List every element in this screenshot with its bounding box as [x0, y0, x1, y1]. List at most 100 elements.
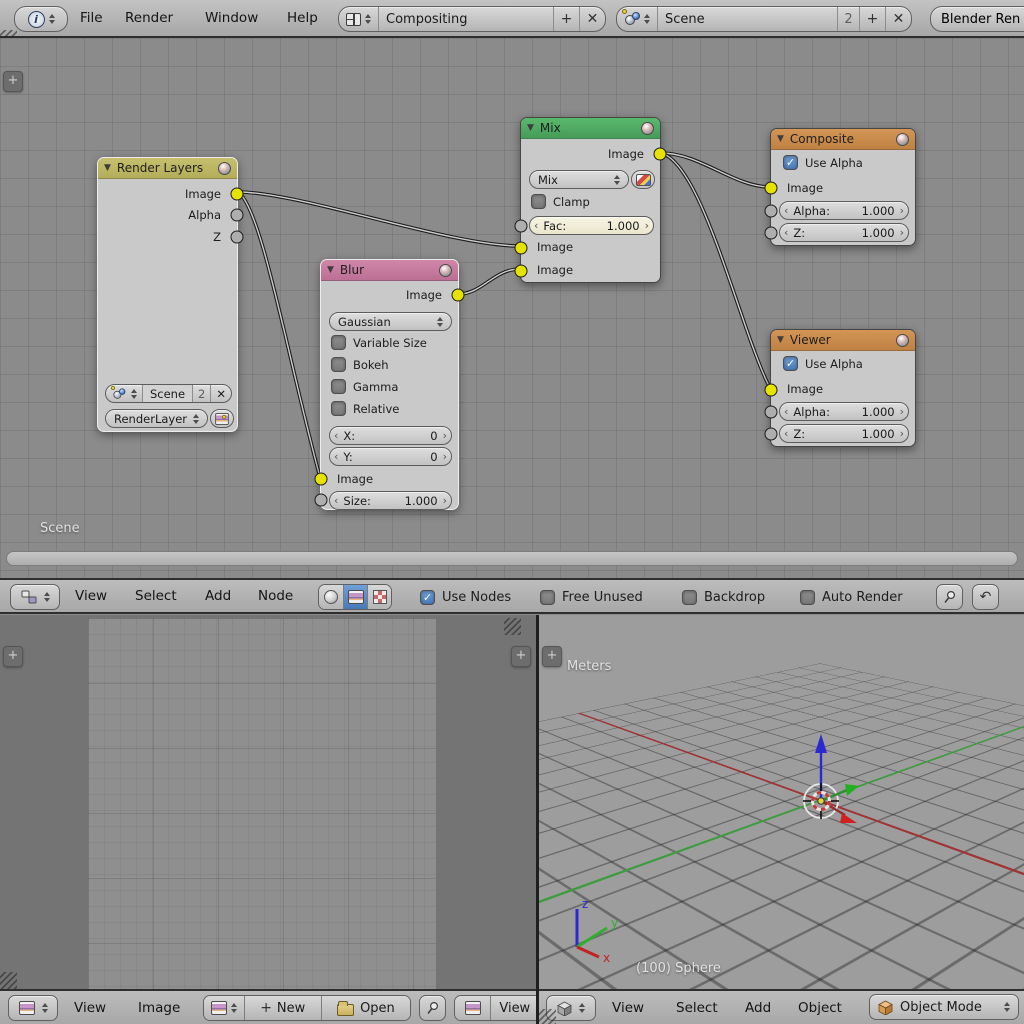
increment-icon[interactable]: ›: [645, 217, 649, 234]
tree-type-compositing-button[interactable]: [343, 585, 367, 609]
editor-type-button-info[interactable]: i: [14, 6, 68, 32]
decrement-icon[interactable]: ‹: [534, 217, 538, 234]
checkbox-clamp[interactable]: Clamp: [531, 194, 590, 209]
socket-size-input[interactable]: [315, 494, 328, 507]
decrement-icon[interactable]: ‹: [334, 492, 338, 509]
checkbox-bokeh[interactable]: Bokeh: [331, 357, 389, 372]
socket-image-input[interactable]: [765, 182, 778, 195]
node-header-viewer[interactable]: ▼ Viewer: [771, 330, 915, 351]
socket-fac-input[interactable]: [515, 220, 528, 233]
socket-z-input[interactable]: [765, 428, 778, 441]
node-header-render-layers[interactable]: ▼ Render Layers: [98, 158, 237, 179]
unlink-scene-button[interactable]: ✕: [210, 385, 231, 402]
viewer-z-field[interactable]: ‹ Z: 1.000 ›: [779, 424, 909, 443]
node-header-composite[interactable]: ▼ Composite: [771, 129, 915, 150]
checkbox-backdrop[interactable]: Backdrop: [682, 590, 765, 605]
composite-alpha-field[interactable]: ‹ Alpha: 1.000 ›: [779, 201, 909, 220]
node-blur[interactable]: ▼ Blur Image Gaussian Variable Size Boke…: [320, 259, 459, 510]
screen-layout-browse[interactable]: [339, 7, 378, 31]
decrement-icon[interactable]: ‹: [784, 202, 788, 219]
collapse-icon[interactable]: ▼: [777, 335, 784, 345]
viewport-3d-canvas[interactable]: + Meters z: [539, 615, 1024, 989]
socket-alpha-output[interactable]: [231, 209, 244, 222]
material-preview-icon[interactable]: [218, 162, 231, 175]
tree-type-texture-button[interactable]: [367, 585, 391, 609]
socket-z-output[interactable]: [231, 231, 244, 244]
z-arrow-icon[interactable]: [815, 734, 827, 753]
node-editor-canvas[interactable]: + ▼ Render Layers Image: [0, 38, 1024, 578]
channel-view-button[interactable]: View: [490, 996, 536, 1020]
menu-select[interactable]: Select: [676, 1000, 718, 1016]
menu-view[interactable]: View: [75, 588, 107, 604]
editor-type-button-image[interactable]: [8, 995, 58, 1021]
node-header-blur[interactable]: ▼ Blur: [321, 260, 458, 281]
y-arrow-icon[interactable]: [845, 784, 859, 796]
menu-node[interactable]: Node: [258, 588, 293, 604]
decrement-icon[interactable]: ‹: [784, 224, 788, 241]
socket-alpha-input[interactable]: [765, 406, 778, 419]
increment-icon[interactable]: ›: [900, 403, 904, 420]
scene-users-count[interactable]: 2: [837, 7, 859, 31]
delete-layout-button[interactable]: ✕: [579, 7, 605, 31]
x-arrow-icon[interactable]: [840, 813, 857, 823]
y-axis-handle[interactable]: [821, 790, 847, 801]
collapse-icon[interactable]: ▼: [104, 163, 111, 173]
go-back-button[interactable]: ↶: [972, 584, 999, 610]
collapse-icon[interactable]: ▼: [527, 123, 534, 133]
increment-icon[interactable]: ›: [900, 425, 904, 442]
composite-z-field[interactable]: ‹ Z: 1.000 ›: [779, 223, 909, 242]
menu-view[interactable]: View: [74, 1000, 106, 1016]
menu-select[interactable]: Select: [135, 588, 177, 604]
pin-button[interactable]: [419, 995, 446, 1021]
screen-layout-name[interactable]: Compositing: [378, 7, 553, 31]
area-corner-grip[interactable]: [504, 618, 521, 635]
decrement-icon[interactable]: ‹: [784, 403, 788, 420]
increment-icon[interactable]: ›: [443, 427, 447, 444]
scene-browse[interactable]: [106, 385, 142, 402]
node-viewer[interactable]: ▼ Viewer ✓ Use Alpha Image ‹ Alpha: 1.00…: [770, 329, 916, 447]
decrement-icon[interactable]: ‹: [334, 448, 338, 465]
viewer-alpha-field[interactable]: ‹ Alpha: 1.000 ›: [779, 402, 909, 421]
material-preview-icon[interactable]: [896, 133, 909, 146]
socket-image1-input[interactable]: [515, 242, 528, 255]
menu-file[interactable]: File: [80, 10, 103, 26]
color-presets-button[interactable]: [631, 170, 655, 189]
editor-type-button-node[interactable]: [10, 584, 60, 610]
node-render-layers[interactable]: ▼ Render Layers Image Alpha Z Scene 2 ✕ …: [97, 157, 238, 432]
menu-help[interactable]: Help: [287, 10, 318, 26]
mix-fac-field[interactable]: ‹ Fac: 1.000 ›: [529, 216, 654, 235]
add-scene-button[interactable]: +: [859, 7, 885, 31]
socket-image-input[interactable]: [315, 473, 328, 486]
render-result-button[interactable]: [210, 409, 234, 428]
menu-image[interactable]: Image: [138, 1000, 180, 1016]
mode-dropdown[interactable]: Object Mode: [869, 994, 1019, 1020]
area-corner-grip[interactable]: [539, 1009, 556, 1024]
pin-button[interactable]: [936, 584, 963, 610]
socket-image-output[interactable]: [452, 289, 465, 302]
socket-image2-input[interactable]: [515, 265, 528, 278]
checkbox-use-alpha[interactable]: ✓ Use Alpha: [783, 356, 863, 371]
checkbox-gamma[interactable]: Gamma: [331, 379, 398, 394]
horizontal-scrollbar[interactable]: [6, 551, 1018, 566]
node-composite[interactable]: ▼ Composite ✓ Use Alpha Image ‹ Alpha: 1…: [770, 128, 916, 246]
scene-users-count[interactable]: 2: [192, 385, 210, 402]
blur-x-field[interactable]: ‹ X: 0 ›: [329, 426, 452, 445]
checkbox-relative[interactable]: Relative: [331, 401, 399, 416]
material-preview-icon[interactable]: [641, 122, 654, 135]
menu-object[interactable]: Object: [798, 1000, 842, 1016]
socket-image-input[interactable]: [765, 384, 778, 397]
socket-alpha-input[interactable]: [765, 205, 778, 218]
node-header-mix[interactable]: ▼ Mix: [521, 118, 660, 139]
image-browse[interactable]: [204, 996, 244, 1020]
blur-size-field[interactable]: ‹ Size: 1.000 ›: [329, 491, 452, 510]
checkbox-free-unused[interactable]: Free Unused: [540, 590, 643, 605]
menu-add[interactable]: Add: [745, 1000, 771, 1016]
increment-icon[interactable]: ›: [443, 448, 447, 465]
collapse-icon[interactable]: ▼: [327, 265, 334, 275]
menu-add[interactable]: Add: [205, 588, 231, 604]
socket-image-output[interactable]: [654, 148, 667, 161]
delete-scene-button[interactable]: ✕: [885, 7, 911, 31]
increment-icon[interactable]: ›: [443, 492, 447, 509]
blur-y-field[interactable]: ‹ Y: 0 ›: [329, 447, 452, 466]
blend-mode-dropdown[interactable]: Mix: [529, 170, 629, 189]
